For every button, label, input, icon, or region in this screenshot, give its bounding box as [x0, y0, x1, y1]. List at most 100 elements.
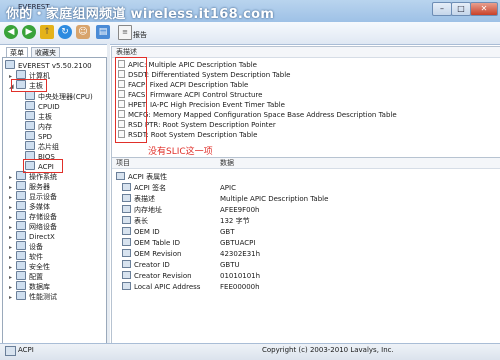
- report-button-label[interactable]: 报告: [133, 30, 147, 40]
- column-header-description[interactable]: 表描述: [112, 47, 500, 58]
- property-name[interactable]: 表描述: [122, 194, 155, 205]
- chipset-icon: [25, 141, 35, 150]
- property-name[interactable]: 内存地址: [122, 205, 162, 216]
- tree-item-network[interactable]: ▸ 网络设备: [9, 221, 57, 231]
- tree-item-root[interactable]: EVEREST v5.50.2100: [5, 60, 92, 70]
- table-list-pane: 表描述 APIC: Multiple APIC Description Tabl…: [111, 46, 500, 158]
- properties-pane: 项目 数据 ACPI 表属性 ACPI 签名 APIC 表描述 Multiple…: [111, 157, 500, 344]
- multimedia-icon: [16, 201, 26, 210]
- cpu-icon: [25, 91, 35, 100]
- benchmark-icon: [16, 291, 26, 300]
- tree-item-security[interactable]: ▸ 安全性: [9, 261, 50, 271]
- property-value: FEE00000h: [220, 283, 260, 291]
- network-icon: [16, 221, 26, 230]
- everest-icon: [5, 60, 15, 69]
- property-value: APIC: [220, 184, 236, 192]
- group-icon: [116, 172, 125, 180]
- back-icon[interactable]: ◀: [4, 25, 18, 39]
- oem-icon: [122, 282, 131, 290]
- tree-item-multimedia[interactable]: ▸ 多媒体: [9, 201, 50, 211]
- tree-item-config[interactable]: ▸ 配置: [9, 271, 43, 281]
- up-folder-icon[interactable]: ↑: [40, 25, 54, 39]
- highlight-box-motherboard: [11, 79, 47, 92]
- tree-item-spd[interactable]: SPD: [25, 131, 52, 141]
- tree-item-directx[interactable]: ▸ DirectX: [9, 231, 55, 241]
- column-header-data[interactable]: 数据: [220, 158, 234, 168]
- property-value: GBTUACPI: [220, 239, 256, 247]
- property-value: 42302E31h: [220, 250, 261, 258]
- property-icon: [122, 194, 131, 202]
- property-name[interactable]: OEM Table ID: [122, 238, 180, 249]
- chart-icon[interactable]: ▤: [96, 25, 110, 39]
- database-icon: [16, 281, 26, 290]
- property-value: GBTU: [220, 261, 240, 269]
- tree-item-database[interactable]: ▸ 数据库: [9, 281, 50, 291]
- computer-icon: [16, 70, 26, 79]
- storage-icon: [16, 211, 26, 220]
- list-item[interactable]: MCFG: Memory Mapped Configuration Space …: [118, 110, 397, 120]
- display-icon: [16, 191, 26, 200]
- server-icon: [16, 181, 26, 190]
- minimize-button[interactable]: –: [432, 2, 452, 16]
- property-name[interactable]: 表长: [122, 216, 148, 227]
- devices-icon: [16, 241, 26, 250]
- tree-item-server[interactable]: ▸ 服务器: [9, 181, 50, 191]
- spd-icon: [25, 131, 35, 140]
- acpi-status-icon: [5, 346, 16, 356]
- property-value: AFEE9F00h: [220, 206, 260, 214]
- tree-item-mainboard[interactable]: 主板: [25, 111, 52, 121]
- navigation-tree: EVEREST v5.50.2100 ▸ 计算机 ◢ 主板 中央处理器(CPU) C…: [2, 57, 107, 344]
- toolbar: [0, 22, 500, 45]
- property-name[interactable]: Creator ID: [122, 260, 170, 271]
- tree-item-display[interactable]: ▸ 显示设备: [9, 191, 57, 201]
- property-icon: [122, 216, 131, 224]
- property-name[interactable]: OEM Revision: [122, 249, 181, 260]
- memory-chip-icon: [122, 205, 131, 213]
- report-icon[interactable]: ≡: [118, 25, 132, 40]
- close-button[interactable]: ✕: [470, 2, 498, 16]
- property-value: 01010101h: [220, 272, 261, 280]
- property-value: Multiple APIC Description Table: [220, 195, 329, 203]
- status-bar: [0, 343, 500, 360]
- tree-item-benchmark[interactable]: ▸ 性能测试: [9, 291, 57, 301]
- property-value: 132 字节: [220, 217, 250, 225]
- tree-item-memory[interactable]: 内存: [25, 121, 52, 131]
- pane-splitter[interactable]: [107, 44, 110, 344]
- software-icon: [16, 251, 26, 260]
- property-name[interactable]: ACPI 签名: [122, 183, 166, 194]
- tree-item-chipset[interactable]: 芯片组: [25, 141, 59, 151]
- tree-item-software[interactable]: ▸ 软件: [9, 251, 43, 261]
- config-icon: [16, 271, 26, 280]
- property-name[interactable]: Local APIC Address: [122, 282, 200, 293]
- annotation-text: 没有SLIC这一项: [148, 147, 213, 157]
- oem-icon: [122, 238, 131, 246]
- mainboard-icon: [25, 111, 35, 120]
- property-icon: [122, 183, 131, 191]
- oem-icon: [122, 271, 131, 279]
- property-value: GBT: [220, 228, 235, 236]
- tree-item-devices[interactable]: ▸ 设备: [9, 241, 43, 251]
- properties-header: 项目 数据: [112, 158, 500, 169]
- oem-icon: [122, 227, 131, 235]
- refresh-icon[interactable]: ↻: [58, 25, 72, 39]
- highlight-box-table-list: [115, 57, 147, 143]
- memory-icon: [25, 121, 35, 130]
- status-current-item: ACPI: [18, 346, 34, 354]
- security-icon: [16, 261, 26, 270]
- oem-icon: [122, 260, 131, 268]
- maximize-button[interactable]: □: [451, 2, 471, 16]
- highlight-box-acpi: [23, 159, 63, 173]
- tree-item-cpuid[interactable]: CPUID: [25, 101, 60, 111]
- user-icon[interactable]: ☺: [76, 25, 90, 39]
- oem-icon: [122, 249, 131, 257]
- forward-icon[interactable]: ▶: [22, 25, 36, 39]
- property-name[interactable]: OEM ID: [122, 227, 160, 238]
- status-copyright: Copyright (c) 2003-2010 Lavalys, Inc.: [262, 346, 394, 354]
- watermark-text: 你的・家庭组网频道 wireless.it168.com: [6, 7, 275, 22]
- property-group: ACPI 表属性: [116, 172, 167, 183]
- tree-item-storage[interactable]: ▸ 存储设备: [9, 211, 57, 221]
- column-header-item[interactable]: 项目: [116, 158, 130, 168]
- tree-item-cpu[interactable]: 中央处理器(CPU): [25, 91, 93, 101]
- property-name[interactable]: Creator Revision: [122, 271, 192, 282]
- expand-icon[interactable]: ▸: [9, 293, 15, 303]
